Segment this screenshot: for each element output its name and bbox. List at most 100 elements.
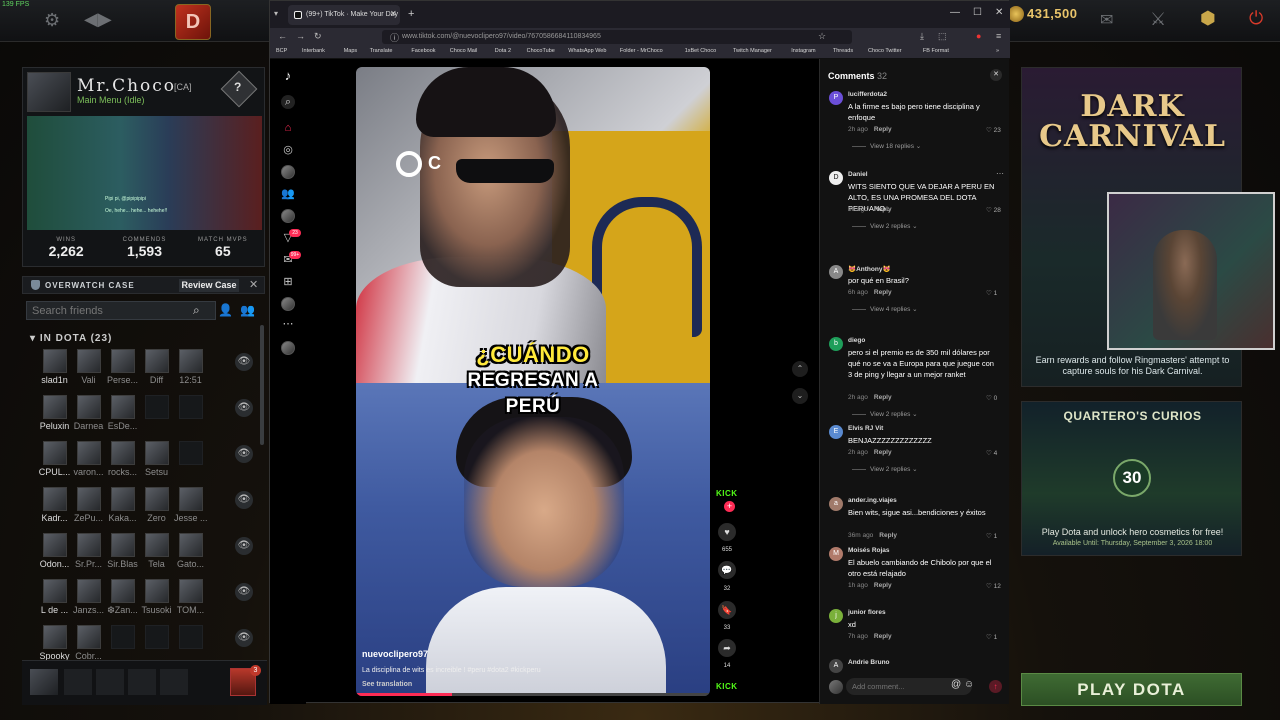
dota-logo-icon[interactable]: D	[175, 4, 211, 40]
friend-entry[interactable]: Sir.Blas	[106, 533, 139, 569]
friend-entry[interactable]: Kaka...	[106, 487, 139, 523]
party-slot[interactable]	[96, 669, 124, 695]
reply-button[interactable]: Reply	[879, 532, 897, 539]
friend-entry[interactable]: Jesse ...	[174, 487, 207, 523]
spectate-eye-icon[interactable]: 👁	[235, 445, 253, 463]
power-icon[interactable]: ⏻	[1249, 8, 1263, 29]
friend-entry[interactable]: varon...	[72, 441, 105, 477]
comment-avatar[interactable]: P	[829, 91, 843, 105]
comment-username[interactable]: Andrie Bruno	[848, 659, 890, 666]
spectate-eye-icon[interactable]: 👁	[235, 491, 253, 509]
comment-like-count[interactable]: ♡ 28	[986, 206, 1001, 214]
menu-icon[interactable]: ≡	[996, 31, 1001, 41]
search-icon[interactable]: ⌕	[281, 95, 295, 109]
comment-username[interactable]: Daniel	[848, 171, 868, 178]
comment-icon[interactable]: 💬	[718, 561, 736, 579]
reply-button[interactable]: Reply	[874, 206, 892, 213]
tab-tiktok[interactable]: (99+) TikTok · Make Your Day	[288, 5, 400, 25]
maximize-icon[interactable]: ☐	[973, 7, 982, 18]
comment-avatar[interactable]: A	[829, 659, 843, 673]
view-replies-button[interactable]: View 2 replies ⌄	[852, 222, 918, 230]
comment-avatar[interactable]: j	[829, 609, 843, 623]
site-info-icon[interactable]: ⓘ	[390, 31, 399, 44]
review-case-button[interactable]: Review Case	[179, 279, 239, 292]
bookmark-item[interactable]: Folder - MrChoco	[620, 48, 663, 54]
spectate-eye-icon[interactable]: 👁	[235, 537, 253, 555]
comment-username[interactable]: Elvis RJ Vit	[848, 425, 883, 432]
comment-avatar[interactable]: A	[829, 265, 843, 279]
home-icon[interactable]: ⌂	[281, 121, 295, 135]
friend-entry[interactable]: Tsusoki	[140, 579, 173, 615]
profile-name[interactable]: Mr.Choco	[77, 76, 176, 96]
friends-icon[interactable]: 👥	[281, 187, 295, 201]
reply-button[interactable]: Reply	[874, 289, 892, 296]
reply-button[interactable]: Reply	[874, 394, 892, 401]
bookmark-icon[interactable]: 🔖	[718, 601, 736, 619]
friend-entry[interactable]: Janzs...	[72, 579, 105, 615]
previous-video-chevron-up-icon[interactable]: ⌃	[792, 361, 808, 377]
armory-icon[interactable]: ⚔	[1150, 9, 1166, 30]
friend-entry[interactable]: L de ...	[38, 579, 71, 615]
bookmark-item[interactable]: ChocoTube	[527, 48, 555, 54]
next-video-chevron-down-icon[interactable]: ⌄	[792, 388, 808, 404]
comment-avatar[interactable]: D	[829, 171, 843, 185]
bookmark-item[interactable]: Dota 2	[495, 48, 511, 54]
bookmark-item[interactable]: Maps	[344, 48, 357, 54]
minimize-icon[interactable]: —	[950, 7, 960, 18]
upload-icon[interactable]: ⊞	[281, 275, 295, 289]
follow-plus-icon[interactable]: +	[724, 501, 735, 512]
search-icon[interactable]: ⌕	[193, 303, 200, 318]
avatar[interactable]	[27, 72, 71, 112]
comment-username[interactable]: lucifferdota2	[848, 91, 887, 98]
reply-button[interactable]: Reply	[874, 449, 892, 456]
friend-entry[interactable]: Zero	[140, 487, 173, 523]
friend-entry[interactable]: rocks...	[106, 441, 139, 477]
comment-username[interactable]: junior flores	[848, 609, 886, 616]
comment-username[interactable]: diego	[848, 337, 865, 344]
plus-icon[interactable]: ⬢	[1200, 8, 1216, 29]
comment-like-count[interactable]: ♡ 1	[986, 289, 997, 297]
spectate-eye-icon[interactable]: 👁	[235, 629, 253, 647]
friend-entry[interactable]: CPUL...	[38, 441, 71, 477]
profile-icon[interactable]: ●	[976, 31, 981, 41]
party-slot[interactable]	[160, 669, 188, 695]
live-avatar-icon[interactable]	[281, 209, 295, 223]
spectate-eye-icon[interactable]: 👁	[235, 583, 253, 601]
friend-entry[interactable]: Odon...	[38, 533, 71, 569]
send-arrow-icon[interactable]: ↑	[989, 680, 1002, 693]
friend-entry[interactable]: Perse...	[106, 349, 139, 385]
like-heart-icon[interactable]: ♥	[718, 523, 736, 541]
comment-like-count[interactable]: ♡ 1	[986, 532, 997, 540]
friend-entry[interactable]: Gato...	[174, 533, 207, 569]
friend-entry[interactable]: Darnea	[72, 395, 105, 431]
bookmark-star-icon[interactable]: ☆	[818, 31, 826, 42]
reload-icon[interactable]: ↻	[314, 31, 322, 42]
friend-entry[interactable]: Peluxin	[38, 395, 71, 431]
party-slot-me[interactable]	[30, 669, 58, 695]
bookmark-item[interactable]: WhatsApp Web	[568, 48, 606, 54]
bookmark-item[interactable]: Choco Twitter	[868, 48, 902, 54]
comment-username[interactable]: 😻Anthony😻	[848, 265, 891, 273]
comment-like-count[interactable]: ♡ 12	[986, 582, 1001, 590]
comment-avatar[interactable]: E	[829, 425, 843, 439]
comment-like-count[interactable]: ♡ 1	[986, 633, 997, 641]
bookmark-item[interactable]: Translate	[370, 48, 393, 54]
spectate-eye-icon[interactable]: 👁	[235, 399, 253, 417]
mention-at-icon[interactable]: @	[951, 679, 961, 690]
reply-button[interactable]: Reply	[874, 633, 892, 640]
bookmark-item[interactable]: 1xBet Choco	[685, 48, 717, 54]
close-icon[interactable]: ✕	[249, 278, 258, 291]
tab-close-icon[interactable]: ✕	[390, 9, 397, 18]
comment-avatar[interactable]: a	[829, 497, 843, 511]
friend-entry[interactable]: 12:51	[174, 349, 207, 385]
new-tab-icon[interactable]: +	[408, 8, 414, 20]
friend-entry[interactable]: Vali	[72, 349, 105, 385]
play-dota-button[interactable]: PLAY DOTA	[1021, 673, 1242, 706]
add-friend-icon[interactable]: 👤	[218, 303, 233, 317]
kick-logo-top[interactable]: KICK	[716, 489, 738, 498]
friend-entry[interactable]: Sr.Pr...	[72, 533, 105, 569]
address-bar[interactable]: www.tiktok.com/@nuevoclipero97/video/767…	[382, 30, 852, 44]
spectate-eye-icon[interactable]: 👁	[235, 353, 253, 371]
friend-list-scrollbar[interactable]	[260, 325, 264, 445]
friend-entry[interactable]: Kadr...	[38, 487, 71, 523]
